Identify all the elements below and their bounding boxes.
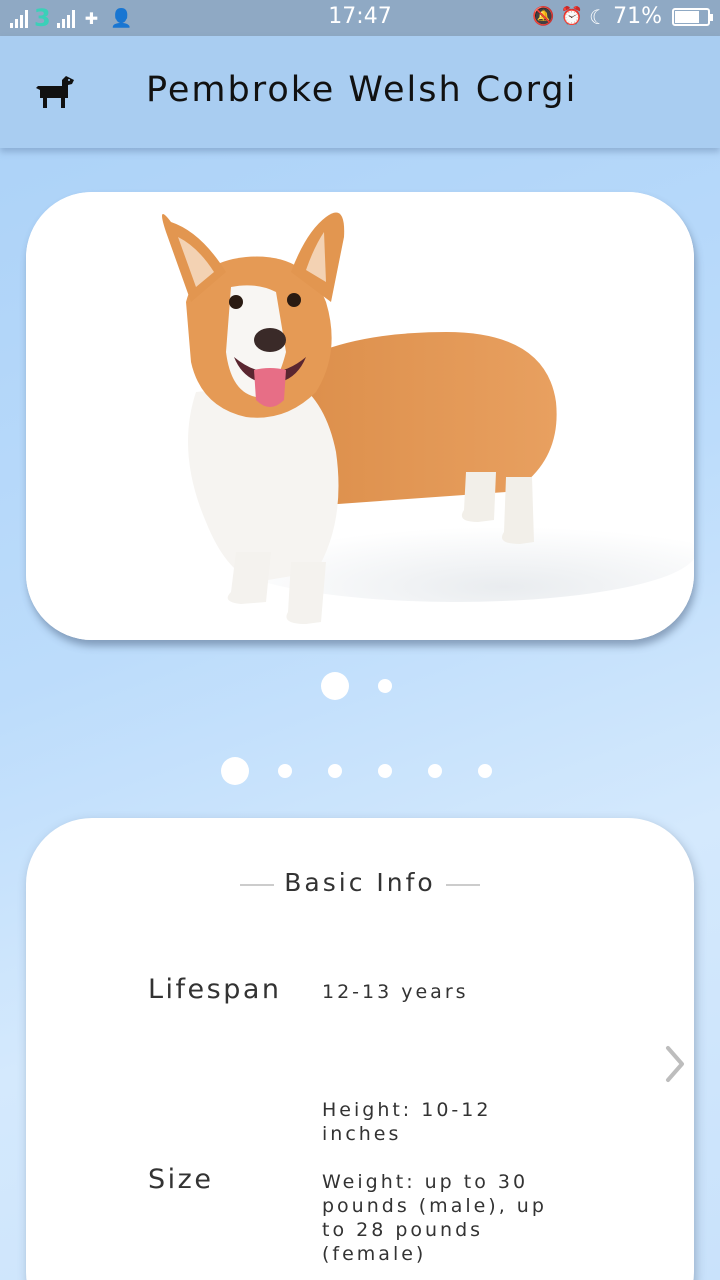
info-page-dot[interactable] [478, 764, 492, 778]
corgi-photo [26, 192, 694, 640]
info-page-dot[interactable] [428, 764, 442, 778]
weight-value: Weight: up to 30 pounds (male), up to 28… [322, 1171, 547, 1265]
dog-icon[interactable] [36, 74, 76, 110]
gallery-page-dot[interactable] [321, 672, 349, 700]
alarm-icon: ⏰ [560, 6, 584, 27]
size-label: Size [148, 1164, 214, 1195]
basic-info-title: Basic Info [284, 868, 436, 897]
info-page-dot[interactable] [221, 757, 249, 785]
mute-icon: 🔕 [532, 6, 555, 27]
battery-fill [675, 10, 700, 23]
info-page-dot[interactable] [328, 764, 342, 778]
page-title: Pembroke Welsh Corgi [146, 70, 578, 110]
app-bar: Pembroke Welsh Corgi [0, 36, 720, 148]
lifespan-label: Lifespan [148, 974, 282, 1005]
status-bar: 3 ✚ 👤 17:47 🔕 ⏰ ☾ 71% [0, 0, 720, 36]
gallery-page-dot[interactable] [378, 679, 392, 693]
info-page-dot[interactable] [278, 764, 292, 778]
info-page-dot[interactable] [378, 764, 392, 778]
title-rule-right [446, 884, 480, 886]
image-card[interactable] [26, 192, 694, 640]
basic-info-card[interactable]: Basic Info Lifespan 12-13 years Height: … [26, 818, 694, 1280]
moon-icon: ☾ [589, 4, 608, 29]
status-right-icons: 🔕 ⏰ ☾ 71% [532, 4, 713, 29]
height-value: Height: 10-12 inches [322, 1099, 492, 1145]
battery-icon [672, 7, 713, 26]
lifespan-value: 12-13 years [322, 981, 469, 1003]
chevron-right-icon[interactable] [664, 1044, 688, 1084]
battery-percent: 71% [613, 4, 662, 29]
